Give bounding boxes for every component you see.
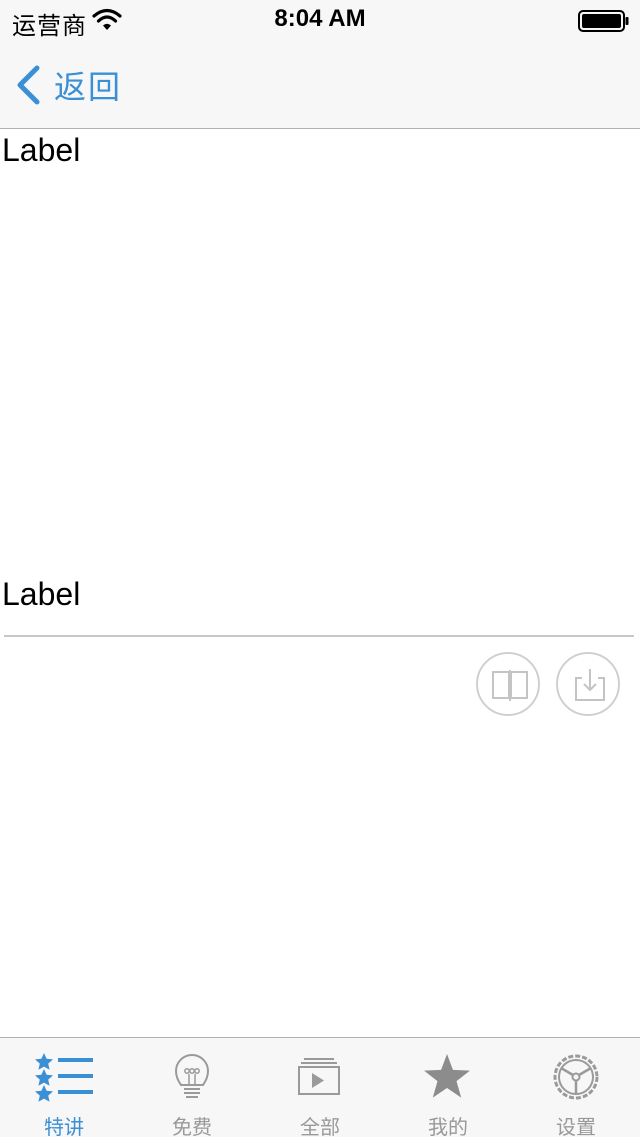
status-bar: 运营商 8:04 AM (0, 0, 640, 40)
download-button[interactable] (556, 652, 620, 716)
download-tray-icon (575, 669, 605, 701)
read-button[interactable] (476, 652, 540, 716)
divider (4, 635, 634, 637)
battery-icon (578, 10, 629, 32)
star-icon (424, 1054, 470, 1098)
navigation-bar: 返回 (0, 40, 640, 129)
tab-all[interactable]: 全部 (256, 1038, 384, 1139)
tab-bar: 特讲 免费 全部 我的 设置 (0, 1037, 640, 1139)
video-stack-icon (298, 1058, 340, 1095)
open-book-icon (492, 670, 528, 701)
star-list-icon (35, 1053, 93, 1102)
tab-settings[interactable]: 设置 (512, 1038, 640, 1139)
middle-label: Label (2, 576, 81, 612)
tab-free[interactable]: 免费 (128, 1038, 256, 1139)
top-label: Label (2, 132, 81, 168)
status-time: 8:04 AM (274, 5, 366, 32)
lightbulb-icon (174, 1054, 210, 1098)
tab-special[interactable]: 特讲 (0, 1038, 128, 1139)
steering-wheel-icon (553, 1054, 599, 1100)
back-button-label: 返回 (54, 68, 123, 106)
chevron-left-icon (17, 65, 40, 105)
tab-mine[interactable]: 我的 (384, 1038, 512, 1139)
back-button[interactable]: 返回 (12, 60, 142, 108)
